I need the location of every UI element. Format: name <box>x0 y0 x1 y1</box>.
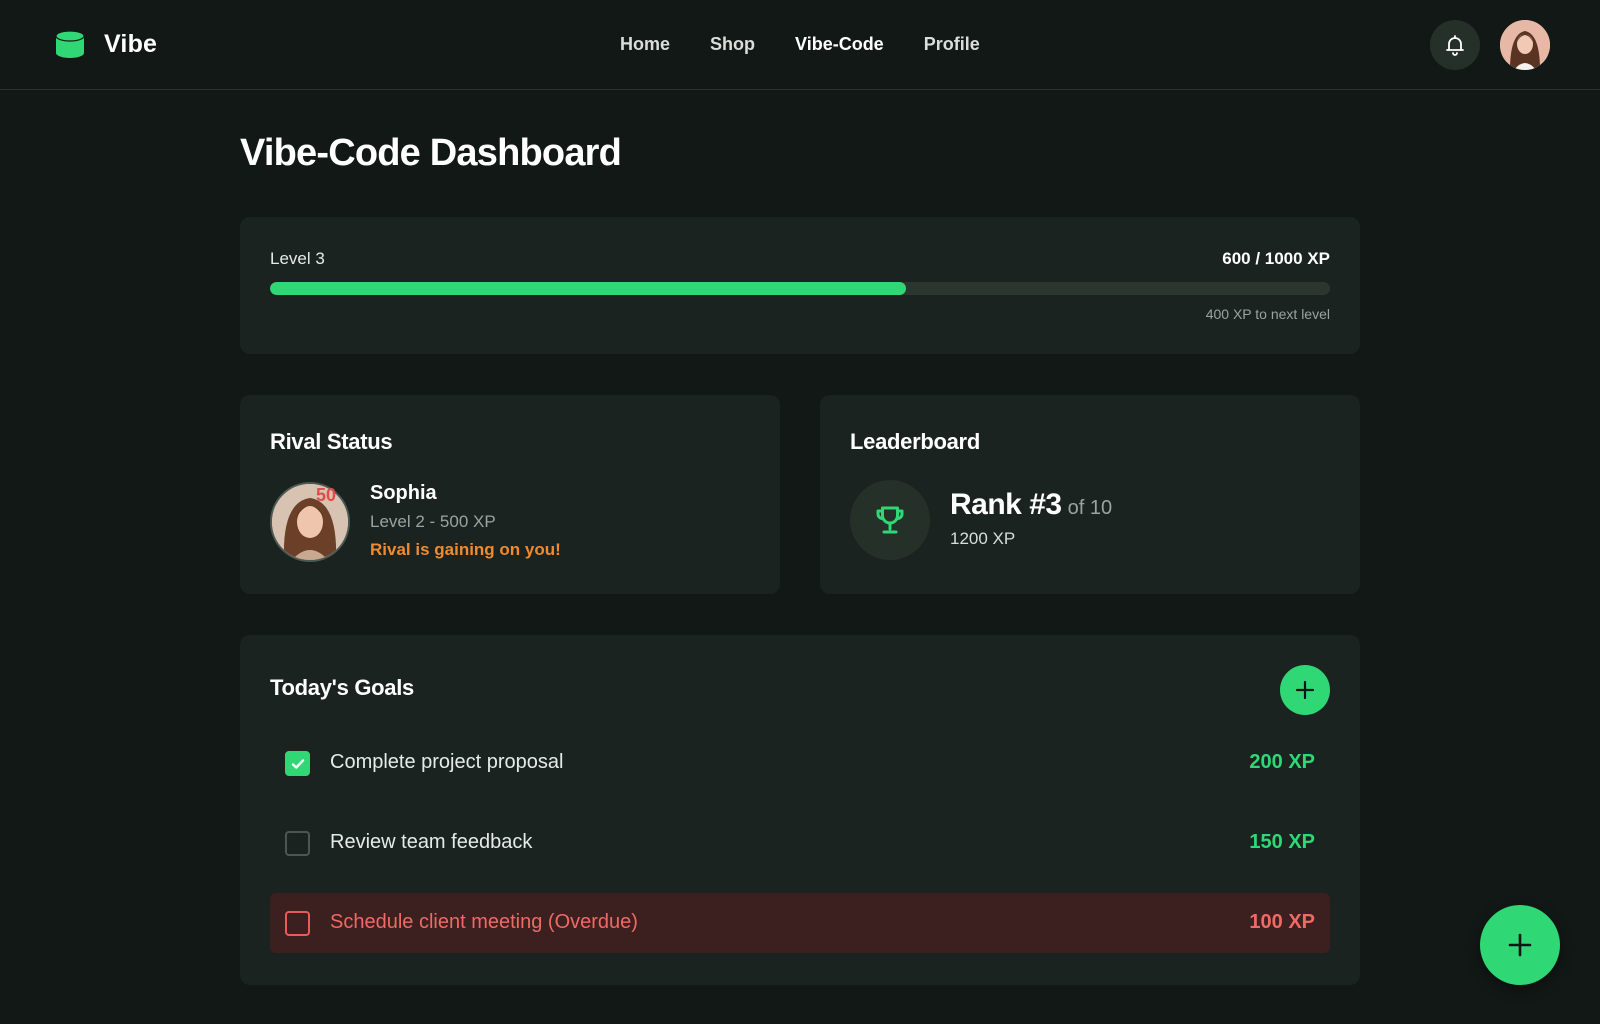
rival-avatar[interactable] <box>270 482 350 562</box>
user-avatar[interactable] <box>1500 20 1550 70</box>
rank-xp: 1200 XP <box>950 529 1016 548</box>
trophy-badge <box>850 480 930 560</box>
plus-icon <box>1508 933 1532 957</box>
plus-icon <box>1295 680 1315 700</box>
add-goal-button[interactable] <box>1280 665 1330 715</box>
floating-add-button[interactable] <box>1480 905 1560 985</box>
rival-name: Sophia <box>370 482 437 504</box>
rank-value: Rank #3 <box>950 488 1062 521</box>
nav-item-shop[interactable]: Shop <box>710 34 755 55</box>
xp-to-next-level: 400 XP to next level <box>1205 306 1330 322</box>
xp-progress-fill <box>270 282 906 295</box>
brand-name: Vibe <box>104 29 158 58</box>
rank-total: of 10 <box>1067 497 1113 519</box>
leaderboard-card: Leaderboard Rank #3 of 10 1200 XP <box>820 395 1360 594</box>
goal-checkbox[interactable] <box>285 751 310 776</box>
goal-row-overdue: Schedule client meeting (Overdue) 100 XP <box>270 893 1330 953</box>
rival-badge: 50 <box>316 485 337 505</box>
check-icon <box>291 758 304 769</box>
xp-progress-text: 600 / 1000 XP <box>1222 249 1330 268</box>
rival-warning: Rival is gaining on you! <box>370 540 561 559</box>
rival-status-title: Rival Status <box>270 429 393 454</box>
nav-item-profile[interactable]: Profile <box>924 34 980 55</box>
rival-status-card: Rival Status 50 Sophia Level 2 - 500 XP … <box>240 395 780 594</box>
rival-portrait <box>272 484 348 560</box>
goal-checkbox[interactable] <box>285 831 310 856</box>
nav-item-home[interactable]: Home <box>620 34 670 55</box>
todays-goals-card: Today's Goals Complete project proposal … <box>240 635 1360 985</box>
trophy-icon <box>876 506 904 534</box>
goal-xp: 100 XP <box>1249 911 1315 933</box>
rival-level-xp: Level 2 - 500 XP <box>370 512 496 531</box>
goal-text: Schedule client meeting (Overdue) <box>330 911 638 933</box>
brand[interactable]: Vibe <box>54 28 157 60</box>
top-navigation-bar: Vibe Home Shop Vibe-Code Profile <box>0 0 1600 90</box>
current-level-label: Level 3 <box>270 249 325 268</box>
rank-line: Rank #3 of 10 <box>950 488 1112 522</box>
page-title: Vibe-Code Dashboard <box>240 132 622 174</box>
xp-progress-bar <box>270 282 1330 295</box>
goal-row: Review team feedback 150 XP <box>270 813 1330 873</box>
goal-text: Review team feedback <box>330 831 533 853</box>
goal-checkbox[interactable] <box>285 911 310 936</box>
database-logo-icon <box>55 30 85 58</box>
notifications-button[interactable] <box>1430 20 1480 70</box>
goal-row: Complete project proposal 200 XP <box>270 733 1330 793</box>
nav-item-vibe-code[interactable]: Vibe-Code <box>795 34 884 55</box>
goals-title: Today's Goals <box>270 675 414 700</box>
main-nav: Home Shop Vibe-Code Profile <box>620 34 980 55</box>
avatar-portrait <box>1500 20 1550 70</box>
leaderboard-title: Leaderboard <box>850 429 980 454</box>
bell-icon <box>1446 35 1464 56</box>
goal-text: Complete project proposal <box>330 751 564 773</box>
xp-progress-card: Level 3 600 / 1000 XP 400 XP to next lev… <box>240 217 1360 354</box>
goal-xp: 150 XP <box>1249 831 1315 853</box>
goal-xp: 200 XP <box>1249 751 1315 773</box>
